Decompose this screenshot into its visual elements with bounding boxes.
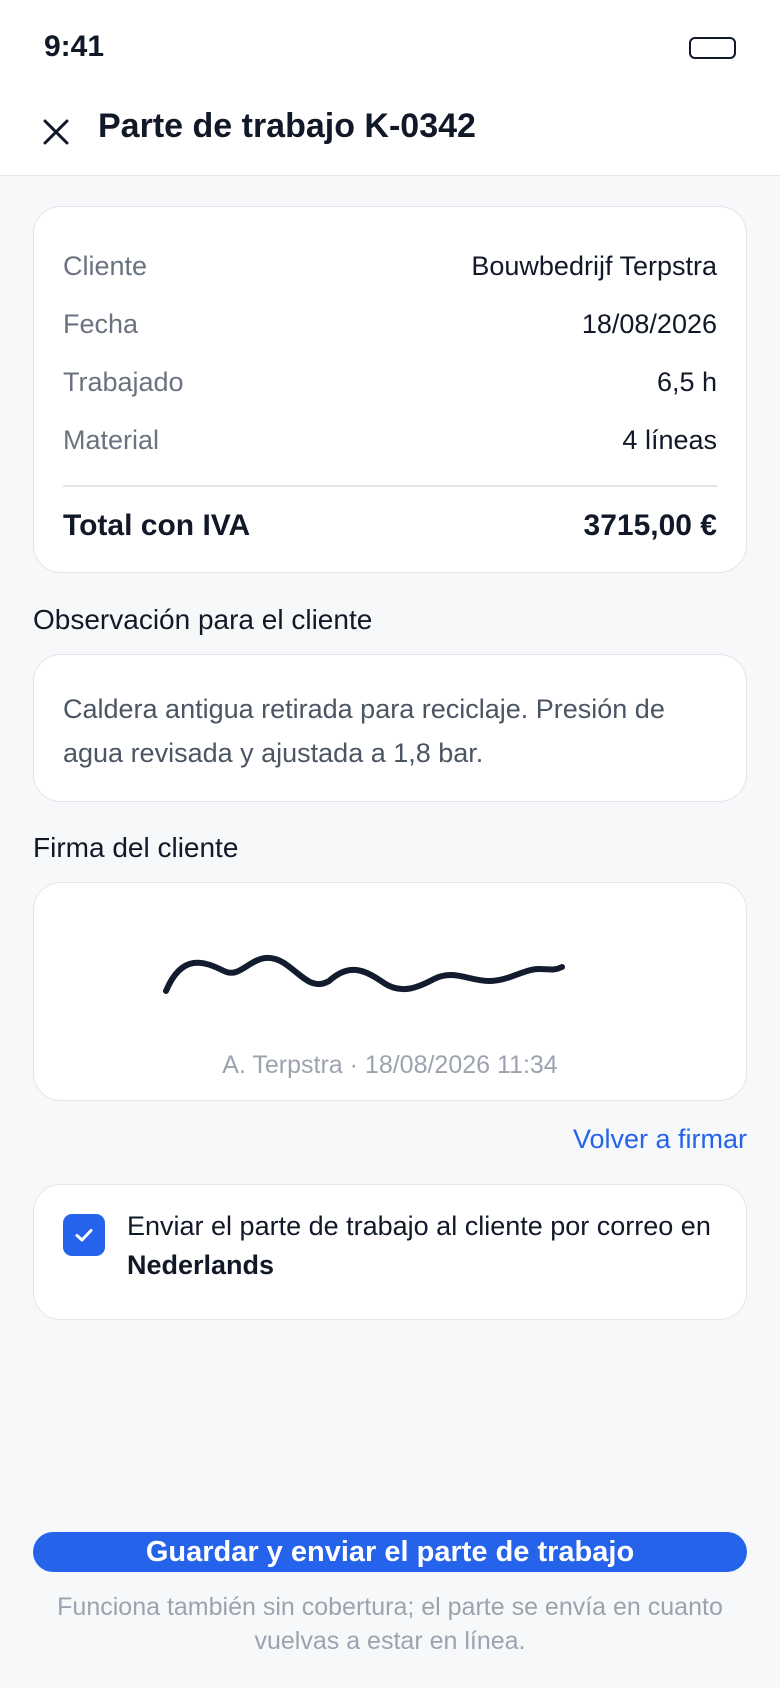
observation-label: Observación para el cliente bbox=[33, 604, 373, 635]
send-email-checkbox[interactable] bbox=[63, 1214, 105, 1256]
summary-row-label: Trabajado bbox=[63, 366, 184, 397]
signature-label: Firma del cliente bbox=[33, 832, 239, 863]
summary-row-label: Fecha bbox=[63, 308, 139, 339]
status-bar: 9:41 bbox=[0, 0, 780, 90]
summary-row-value: 4 líneas bbox=[622, 424, 717, 455]
summary-divider bbox=[63, 485, 717, 487]
summary-row-client: Cliente Bouwbedrijf Terpstra bbox=[63, 246, 717, 286]
summary-row-hours: Trabajado 6,5 h bbox=[63, 362, 717, 402]
checkmark-icon bbox=[75, 1229, 93, 1242]
summary-row-label: Material bbox=[63, 424, 160, 455]
close-button[interactable] bbox=[30, 106, 82, 158]
resign-link[interactable]: Volver a firmar bbox=[573, 1124, 747, 1155]
email-option-card[interactable]: Enviar el parte de trabajo al cliente po… bbox=[33, 1184, 747, 1320]
page-title: Parte de trabajo K-0342 bbox=[98, 107, 476, 145]
email-option-text: Enviar el parte de trabajo al cliente po… bbox=[127, 1207, 718, 1285]
email-option-label: Enviar el parte de trabajo al cliente po… bbox=[127, 1211, 711, 1241]
total-label: Total con IVA bbox=[63, 509, 251, 542]
summary-row-date: Fecha 18/08/2026 bbox=[63, 304, 717, 344]
offline-note: Funciona también sin cobertura; el parte… bbox=[57, 1593, 723, 1655]
total-value: 3715,00 € bbox=[583, 509, 717, 542]
summary-row-value: 18/08/2026 bbox=[581, 308, 717, 339]
observation-text: Caldera antigua retirada para reciclaje.… bbox=[63, 694, 665, 768]
email-language: Nederlands bbox=[127, 1250, 275, 1280]
summary-row-value: Bouwbedrijf Terpstra bbox=[471, 250, 717, 281]
battery-icon bbox=[689, 37, 736, 59]
status-time: 9:41 bbox=[44, 30, 105, 63]
save-and-send-button[interactable]: Guardar y enviar el parte de trabajo bbox=[33, 1532, 747, 1572]
signature-pad[interactable]: A. Terpstra · 18/08/2026 11:34 bbox=[33, 882, 747, 1101]
top-app-bar: Parte de trabajo K-0342 bbox=[0, 90, 780, 176]
close-icon bbox=[43, 119, 69, 145]
observation-card: Caldera antigua retirada para reciclaje.… bbox=[33, 654, 747, 802]
signature-caption: A. Terpstra · 18/08/2026 11:34 bbox=[222, 1051, 558, 1079]
summary-row-label: Cliente bbox=[63, 250, 148, 281]
summary-row-material: Material 4 líneas bbox=[63, 420, 717, 460]
summary-card: Cliente Bouwbedrijf Terpstra Fecha 18/08… bbox=[33, 206, 747, 573]
summary-row-total: Total con IVA 3715,00 € bbox=[63, 506, 717, 546]
summary-row-value: 6,5 h bbox=[656, 366, 717, 397]
